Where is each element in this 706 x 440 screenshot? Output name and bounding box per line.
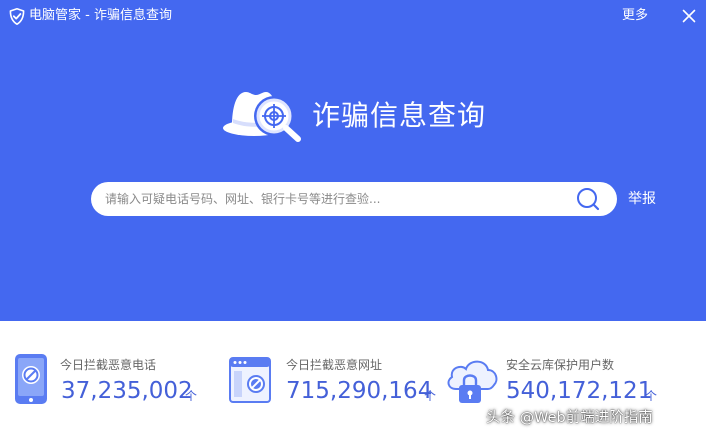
stat-label-calls: 今日拦截恶意电话: [60, 358, 157, 372]
more-button[interactable]: 更多: [622, 6, 648, 26]
search-icon[interactable]: [575, 186, 601, 212]
search-box: [91, 182, 617, 216]
stat-unit-calls: 个: [185, 389, 198, 403]
window-title: 电脑管家 - 诈骗信息查询: [29, 8, 172, 23]
watermark: 头条 @Web前端进阶指南: [486, 410, 653, 426]
shield-check-icon: [9, 8, 25, 25]
title-bar: 电脑管家 - 诈骗信息查询 更多: [0, 0, 706, 32]
stat-value-urls: 715,290,164: [286, 378, 433, 404]
blocked-phone-icon: [15, 354, 47, 404]
page-title: 诈骗信息查询: [312, 99, 487, 132]
stat-value-protected-users: 540,172,121: [506, 378, 653, 404]
search-input[interactable]: [105, 189, 565, 209]
blocked-webpage-icon: [229, 357, 271, 403]
cloud-lock-icon: [447, 360, 498, 403]
hero-section: 电脑管家 - 诈骗信息查询 更多 诈骗信息查询 举报: [0, 0, 706, 321]
stat-value-calls: 37,235,002: [61, 378, 193, 404]
stat-unit-protected-users: 个: [645, 389, 658, 403]
stat-label-urls: 今日拦截恶意网址: [286, 358, 383, 372]
stat-label-protected-users: 安全云库保护用户数: [506, 358, 615, 372]
close-icon[interactable]: [682, 9, 696, 23]
app-window: 电脑管家 - 诈骗信息查询 更多 诈骗信息查询 举报: [0, 0, 706, 440]
stat-unit-urls: 个: [424, 389, 437, 403]
report-link[interactable]: 举报: [628, 188, 656, 210]
spy-hat-magnifier-icon: [223, 92, 301, 142]
